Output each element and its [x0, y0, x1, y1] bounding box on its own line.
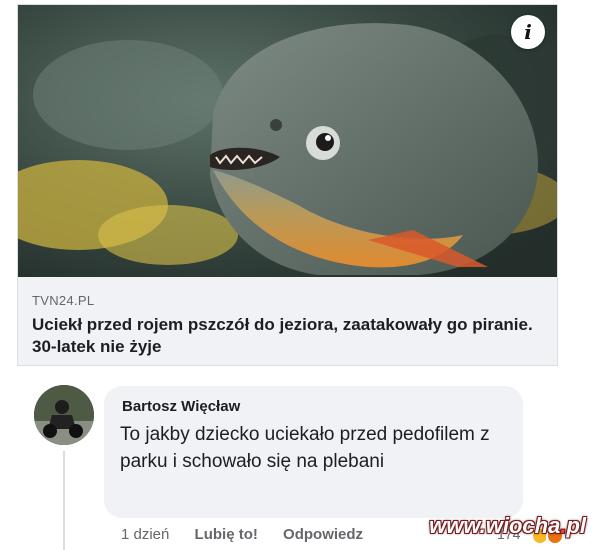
- thread-line: [63, 451, 65, 550]
- comment-time[interactable]: 1 dzień: [121, 526, 169, 543]
- comment-actions: 1 dzień Lubię to! Odpowiedz: [121, 526, 384, 543]
- link-headline[interactable]: Uciekł przed rojem pszczół do jeziora, z…: [32, 314, 545, 358]
- avatar-image: [34, 385, 94, 445]
- reply-button[interactable]: Odpowiedz: [283, 526, 363, 543]
- link-meta[interactable]: TVN24.PL Uciekł przed rojem pszczół do j…: [18, 277, 557, 365]
- comment-text: To jakby dziecko uciekało przed pedofile…: [120, 424, 490, 472]
- piranha-photo[interactable]: i: [18, 5, 557, 277]
- link-preview-card[interactable]: i TVN24.PL Uciekł przed rojem pszczół do…: [17, 4, 558, 366]
- comment-author[interactable]: Bartosz Więcław: [122, 398, 507, 415]
- avatar[interactable]: [34, 385, 94, 445]
- watermark-tld: pl: [566, 513, 586, 538]
- link-source: TVN24.PL: [32, 293, 95, 308]
- piranha-image: [18, 5, 557, 277]
- watermark-name: wiocha: [485, 513, 561, 538]
- watermark-prefix: www.: [429, 513, 486, 538]
- like-button[interactable]: Lubię to!: [195, 526, 258, 543]
- watermark-logo: www.wiocha.pl: [429, 513, 586, 539]
- info-icon[interactable]: i: [511, 15, 545, 49]
- comment-bubble: Bartosz Więcław To jakby dziecko uciekał…: [104, 386, 523, 518]
